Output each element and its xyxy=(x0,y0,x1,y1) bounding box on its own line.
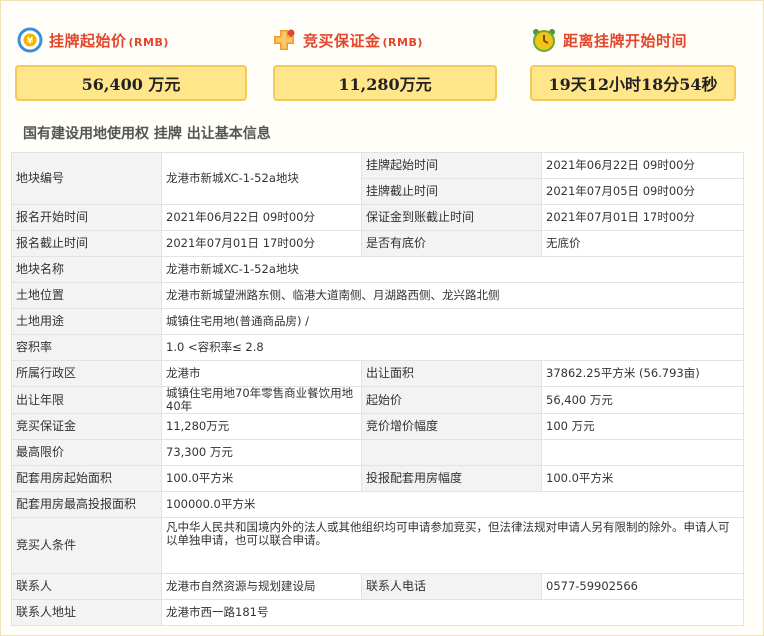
transfer-term-label: 出让年限 xyxy=(11,386,162,414)
bid-increment-label: 竞价增价幅度 xyxy=(361,413,542,440)
facility-max-area-label: 配套用房最高投报面积 xyxy=(11,491,162,518)
starting-price-value: 56,400 万元 xyxy=(15,65,247,101)
listing-start-label: 挂牌起始时间 xyxy=(361,152,542,179)
page-frame: ¥ 挂牌起始价 (RMB) 56,400 万元 竞买保证金 (RMB) 11,2… xyxy=(0,0,764,636)
table-row: 土地位置 龙港市新城望洲路东侧、临港大道南侧、月湖路西侧、龙兴路北侧 xyxy=(11,282,744,309)
starting-price-card: ¥ 挂牌起始价 (RMB) 56,400 万元 xyxy=(11,1,261,111)
countdown-card: 距离挂牌开始时间 19天12小时18分54秒 xyxy=(521,1,764,111)
table-row: 容积率 1.0 <容积率≤ 2.8 xyxy=(11,334,744,361)
bid-increment-value: 100 万元 xyxy=(541,413,744,440)
reserve-price-label: 是否有底价 xyxy=(361,230,542,257)
registration-start-value: 2021年06月22日 09时00分 xyxy=(161,204,362,231)
contact-label: 联系人 xyxy=(11,573,162,600)
max-price-label: 最高限价 xyxy=(11,439,162,466)
transfer-area-label: 出让面积 xyxy=(361,360,542,387)
transfer-area-value: 37862.25平方米 (56.793亩) xyxy=(541,360,744,387)
contact-phone-label: 联系人电话 xyxy=(361,573,542,600)
contact-address-label: 联系人地址 xyxy=(11,599,162,626)
deposit-header: 竞买保证金 (RMB) xyxy=(271,25,423,55)
facility-start-area-label: 配套用房起始面积 xyxy=(11,465,162,492)
alarm-clock-icon xyxy=(531,27,557,53)
registration-start-label: 报名开始时间 xyxy=(11,204,162,231)
starting-price-header: ¥ 挂牌起始价 (RMB) xyxy=(17,25,169,55)
max-price-value: 73,300 万元 xyxy=(161,439,362,466)
land-location-value: 龙港市新城望洲路东侧、临港大道南侧、月湖路西侧、龙兴路北侧 xyxy=(161,282,744,309)
plot-number-value: 龙港市新城XC-1-52a地块 xyxy=(161,152,362,205)
table-row: 配套用房起始面积 100.0平方米 投报配套用房幅度 100.0平方米 xyxy=(11,465,744,492)
contact-phone-value: 0577-59902566 xyxy=(541,573,744,600)
table-row: 所属行政区 龙港市 出让面积 37862.25平方米 (56.793亩) xyxy=(11,360,744,387)
bidder-conditions-value: 凡中华人民共和国境内外的法人或其他组织均可申请参加竞买，但法律法规对申请人另有限… xyxy=(161,517,744,574)
table-row: 联系人 龙港市自然资源与规划建设局 联系人电话 0577-59902566 xyxy=(11,573,744,600)
plot-ratio-value: 1.0 <容积率≤ 2.8 xyxy=(161,334,744,361)
starting-price-title: 挂牌起始价 (RMB) xyxy=(49,31,169,50)
facility-increment-label: 投报配套用房幅度 xyxy=(361,465,542,492)
deposit-card: 竞买保证金 (RMB) 11,280万元 xyxy=(263,1,513,111)
section-title: 国有建设用地使用权 挂牌 出让基本信息 xyxy=(23,126,271,142)
transfer-term-value: 城镇住宅用地70年零售商业餐饮用地40年 xyxy=(161,386,362,414)
contact-value: 龙港市自然资源与规划建设局 xyxy=(161,573,362,600)
table-row: 最高限价 73,300 万元 xyxy=(11,439,744,466)
deposit-title: 竞买保证金 (RMB) xyxy=(303,31,423,50)
empty-label xyxy=(361,439,542,466)
empty-value xyxy=(541,439,744,466)
bidder-conditions-label: 竞买人条件 xyxy=(11,517,162,574)
table-row: 地块编号 龙港市新城XC-1-52a地块 挂牌起始时间 2021年06月22日 … xyxy=(11,152,744,205)
reserve-price-value: 无底价 xyxy=(541,230,744,257)
start-price-label: 起始价 xyxy=(361,386,542,414)
svg-text:¥: ¥ xyxy=(27,37,34,47)
bid-deposit-value: 11,280万元 xyxy=(161,413,362,440)
listing-end-label: 挂牌截止时间 xyxy=(361,178,542,205)
contact-address-value: 龙港市西一路181号 xyxy=(161,599,744,626)
deposit-deadline-value: 2021年07月01日 17时00分 xyxy=(541,204,744,231)
start-price-value: 56,400 万元 xyxy=(541,386,744,414)
land-use-label: 土地用途 xyxy=(11,308,162,335)
table-row: 出让年限 城镇住宅用地70年零售商业餐饮用地40年 起始价 56,400 万元 xyxy=(11,386,744,414)
registration-end-label: 报名截止时间 xyxy=(11,230,162,257)
plot-name-value: 龙港市新城XC-1-52a地块 xyxy=(161,256,744,283)
countdown-header: 距离挂牌开始时间 xyxy=(531,25,687,55)
countdown-title: 距离挂牌开始时间 xyxy=(563,31,688,50)
deposit-value: 11,280万元 xyxy=(273,65,497,101)
table-row: 竞买人条件 凡中华人民共和国境内外的法人或其他组织均可申请参加竞买，但法律法规对… xyxy=(11,517,744,574)
district-label: 所属行政区 xyxy=(11,360,162,387)
table-row: 报名开始时间 2021年06月22日 09时00分 保证金到账截止时间 2021… xyxy=(11,204,744,231)
deposit-deadline-label: 保证金到账截止时间 xyxy=(361,204,542,231)
facility-increment-value: 100.0平方米 xyxy=(541,465,744,492)
table-row: 土地用途 城镇住宅用地(普通商品房) / xyxy=(11,308,744,335)
bid-deposit-label: 竞买保证金 xyxy=(11,413,162,440)
listing-end-value: 2021年07月05日 09时00分 xyxy=(541,178,744,205)
table-row: 报名截止时间 2021年07月01日 17时00分 是否有底价 无底价 xyxy=(11,230,744,257)
land-use-value: 城镇住宅用地(普通商品房) / xyxy=(161,308,744,335)
district-value: 龙港市 xyxy=(161,360,362,387)
facility-max-area-value: 100000.0平方米 xyxy=(161,491,744,518)
countdown-value: 19天12小时18分54秒 xyxy=(530,65,736,101)
plot-ratio-label: 容积率 xyxy=(11,334,162,361)
summary-cards: ¥ 挂牌起始价 (RMB) 56,400 万元 竞买保证金 (RMB) 11,2… xyxy=(1,1,763,119)
table-row: 配套用房最高投报面积 100000.0平方米 xyxy=(11,491,744,518)
deposit-cross-icon xyxy=(271,27,297,53)
listing-start-value: 2021年06月22日 09时00分 xyxy=(541,152,744,179)
table-row: 地块名称 龙港市新城XC-1-52a地块 xyxy=(11,256,744,283)
clock-money-icon: ¥ xyxy=(17,27,43,53)
table-row: 竞买保证金 11,280万元 竞价增价幅度 100 万元 xyxy=(11,413,744,440)
land-location-label: 土地位置 xyxy=(11,282,162,309)
land-info-table: 地块编号 龙港市新城XC-1-52a地块 挂牌起始时间 2021年06月22日 … xyxy=(11,152,744,626)
plot-number-label: 地块编号 xyxy=(11,152,162,205)
facility-start-area-value: 100.0平方米 xyxy=(161,465,362,492)
plot-name-label: 地块名称 xyxy=(11,256,162,283)
registration-end-value: 2021年07月01日 17时00分 xyxy=(161,230,362,257)
table-row: 联系人地址 龙港市西一路181号 xyxy=(11,599,744,626)
